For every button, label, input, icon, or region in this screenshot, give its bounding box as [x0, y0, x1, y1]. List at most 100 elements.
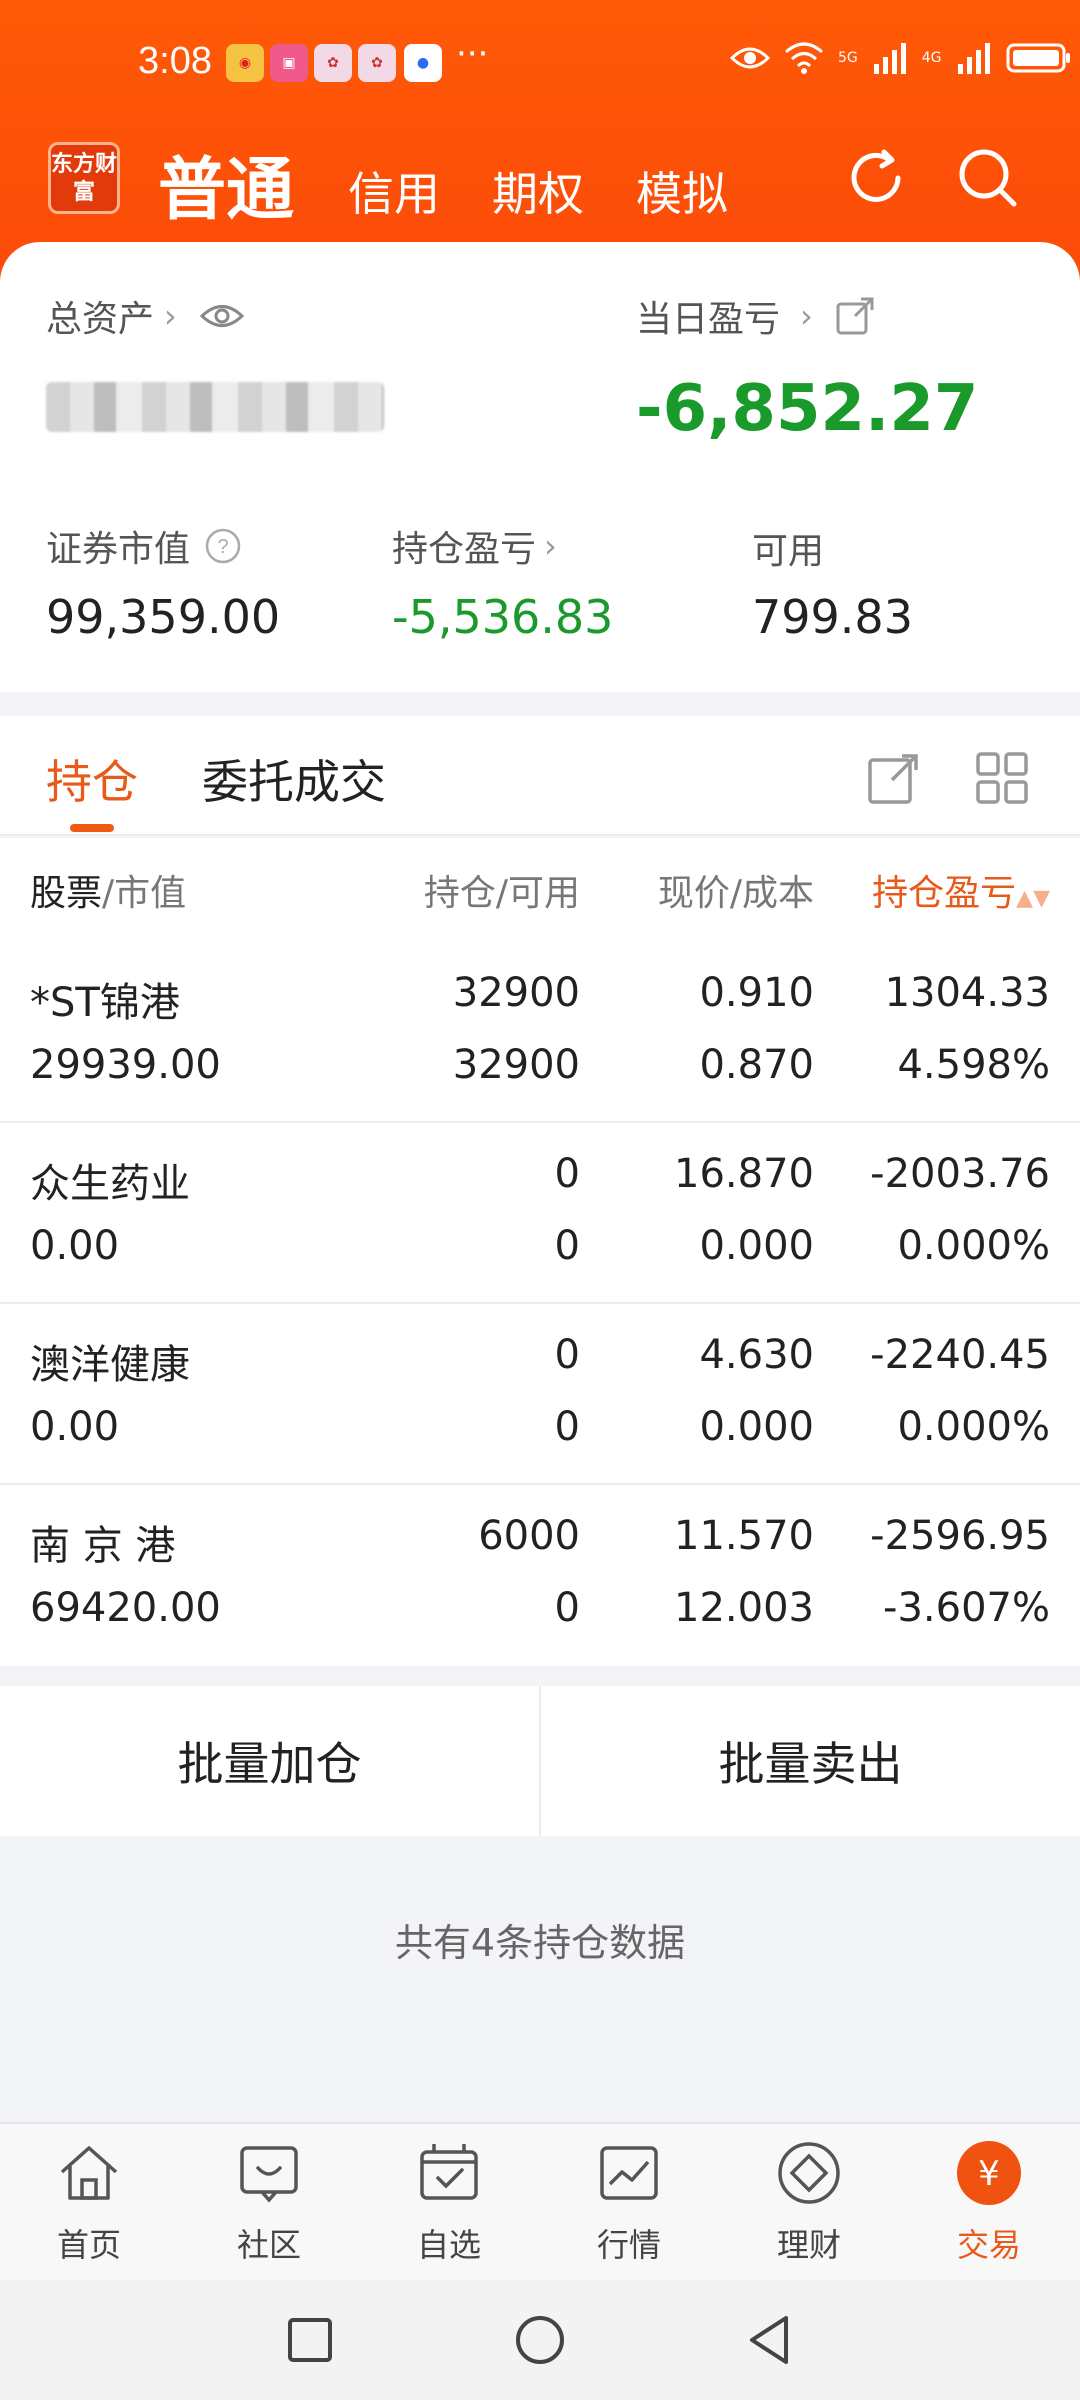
daily-pl-value: -6,852.27 [636, 372, 979, 446]
more-notifications-icon: ··· [456, 34, 489, 74]
account-type-nav: 东方财富 普通 信用 期权 模拟 [0, 130, 1080, 240]
total-assets-value-hidden [46, 382, 384, 432]
position-pl: 1304.33 [884, 970, 1050, 1016]
nav-wealth[interactable]: 理财 [734, 2138, 884, 2266]
system-navigation-bar [0, 2282, 1080, 2400]
current-price: 11.570 [674, 1513, 814, 1559]
nav-label: 交易 [956, 2226, 1021, 2264]
nav-label: 社区 [236, 2226, 301, 2264]
active-tab-indicator [70, 824, 114, 832]
huawei-app-icon: ▣ [270, 44, 308, 82]
current-price: 4.630 [699, 1332, 814, 1378]
position-pl: -2003.76 [870, 1151, 1050, 1197]
wealth-icon [778, 2142, 840, 2204]
total-assets-label: 总资产 [46, 299, 155, 340]
stock-name: 南 京 港 [30, 1523, 176, 1569]
market-value: 69420.00 [30, 1585, 221, 1631]
grid-view-icon[interactable] [974, 750, 1030, 806]
holding-qty: 32900 [452, 970, 580, 1016]
home-icon [60, 2146, 118, 2200]
table-row[interactable]: 澳洋健康 0.00 0 0 4.630 0.000 -2240.45 0.000… [0, 1304, 1080, 1485]
available-qty: 32900 [452, 1042, 580, 1088]
tab-simulation[interactable]: 模拟 [636, 158, 728, 224]
position-pl-link[interactable]: 持仓盈亏 › [392, 520, 557, 572]
nav-home[interactable]: 首页 [14, 2138, 164, 2266]
available-value: 799.83 [752, 590, 913, 644]
tab-normal[interactable]: 普通 [158, 134, 294, 233]
cost-price: 0.870 [699, 1042, 814, 1088]
tab-holdings[interactable]: 持仓 [46, 746, 138, 812]
header-pl-label: 持仓盈亏 [872, 873, 1017, 914]
holdings-count-note: 共有4条持仓数据 [394, 1921, 686, 1965]
battery-icon [1006, 43, 1070, 73]
available-label: 可用 [752, 531, 825, 572]
total-assets-link[interactable]: 总资产 › [46, 290, 245, 342]
nav-watchlist[interactable]: 自选 [374, 2138, 524, 2266]
chevron-right-icon: › [544, 527, 557, 565]
holdings-table: 股票/市值 持仓/可用 现价/成本 持仓盈亏▲▼ *ST锦港 29939.00 … [0, 838, 1080, 1666]
recents-icon[interactable] [282, 2312, 338, 2368]
account-summary: 总资产 › 当日盈亏 › -6,852.27 证券市值 ? 99,359.00 … [0, 242, 1080, 692]
back-icon[interactable] [742, 2312, 798, 2368]
header-stock: 股票/市值 [30, 864, 186, 916]
nav-label: 首页 [56, 2226, 121, 2264]
table-row[interactable]: 众生药业 0.00 0 0 16.870 0.000 -2003.76 0.00… [0, 1123, 1080, 1304]
daily-pl-link[interactable]: 当日盈亏 › [636, 290, 875, 342]
tab-credit[interactable]: 信用 [348, 158, 440, 224]
table-row[interactable]: *ST锦港 29939.00 32900 32900 0.910 0.870 1… [0, 942, 1080, 1123]
nav-trade[interactable]: ¥ 交易 [914, 2138, 1064, 2266]
signal-bars-icon [873, 43, 906, 74]
batch-add-button[interactable]: 批量加仓 [0, 1686, 539, 1836]
stock-name: *ST锦港 [30, 980, 180, 1026]
home-button-icon[interactable] [512, 2312, 568, 2368]
header-position: 持仓/可用 [423, 873, 580, 914]
nav-market[interactable]: 行情 [554, 2138, 704, 2266]
status-bar: 3:08 ◉ ▣ ✿ ✿ ● ··· 5G 4G [0, 30, 1080, 100]
svg-text:?: ? [217, 536, 228, 558]
signal-bars-icon [957, 43, 990, 74]
share-icon[interactable] [866, 750, 922, 806]
position-pl-pct: 0.000% [897, 1404, 1050, 1450]
weibo-icon: ◉ [226, 44, 264, 82]
holding-qty: 0 [554, 1151, 580, 1197]
daily-pl-label: 当日盈亏 [636, 299, 781, 340]
position-pl-pct: -3.607% [883, 1585, 1050, 1631]
eye-icon [730, 47, 770, 69]
nav-label: 行情 [596, 2226, 661, 2264]
nav-label: 自选 [416, 2226, 481, 2264]
eye-icon[interactable] [199, 301, 245, 331]
stock-name: 澳洋健康 [30, 1342, 190, 1388]
market-value-label: 证券市值 [46, 529, 191, 570]
table-row[interactable]: 南 京 港 69420.00 6000 0 11.570 12.003 -259… [0, 1485, 1080, 1666]
stock-name: 众生药业 [30, 1161, 190, 1207]
market-value: 29939.00 [30, 1042, 221, 1088]
tab-orders[interactable]: 委托成交 [202, 746, 386, 812]
holding-qty: 0 [554, 1332, 580, 1378]
search-icon[interactable] [956, 146, 1020, 210]
share-icon[interactable] [835, 296, 875, 336]
game-icon: ✿ [314, 44, 352, 82]
system-icons: 5G 4G [730, 42, 1072, 74]
position-pl-label: 持仓盈亏 [392, 529, 537, 570]
cost-price: 0.000 [699, 1223, 814, 1269]
position-pl: -2240.45 [870, 1332, 1050, 1378]
wifi-icon [785, 42, 823, 74]
header-pl-sort[interactable]: 持仓盈亏▲▼ [872, 864, 1050, 916]
holding-qty: 6000 [478, 1513, 580, 1559]
community-icon [240, 2146, 298, 2203]
batch-sell-button[interactable]: 批量卖出 [539, 1686, 1080, 1836]
header-stock-sub: /市值 [102, 873, 187, 914]
available-qty: 0 [554, 1585, 580, 1631]
tab-options[interactable]: 期权 [492, 158, 584, 224]
refresh-icon[interactable] [844, 146, 908, 210]
current-price: 16.870 [674, 1151, 814, 1197]
market-value: 0.00 [30, 1223, 120, 1269]
header-price: 现价/成本 [657, 873, 814, 914]
nav-community[interactable]: 社区 [194, 2138, 344, 2266]
batch-actions: 批量加仓 批量卖出 [0, 1686, 1080, 1836]
sort-icon: ▲▼ [1016, 886, 1050, 911]
chevron-right-icon: › [800, 297, 813, 335]
help-icon[interactable]: ? [204, 527, 242, 565]
current-price: 0.910 [699, 970, 814, 1016]
bottom-nav: 首页 社区 自选 行情 理财 ¥ 交易 [0, 2122, 1080, 2280]
